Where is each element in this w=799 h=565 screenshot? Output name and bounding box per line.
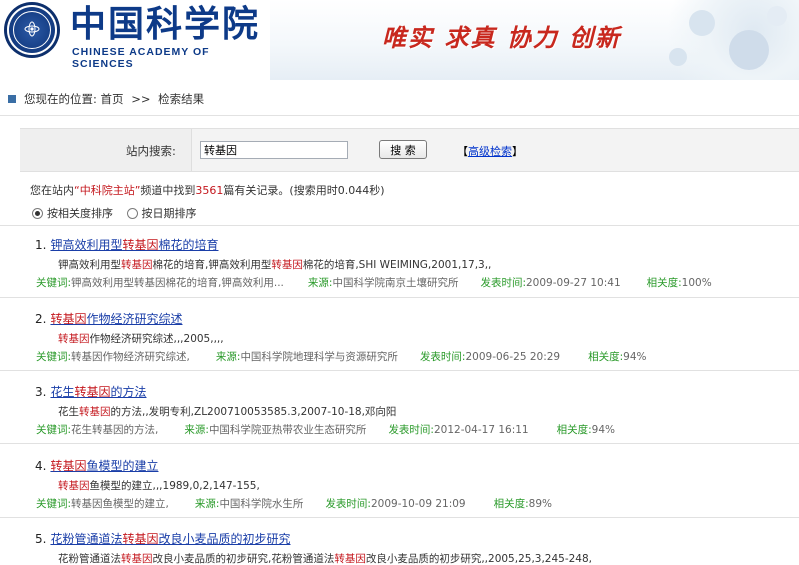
result-description: 花生转基因的方法,,发明专利,ZL200710053585.3,2007-10-… [58, 406, 397, 418]
result-title-link[interactable]: 花粉管通道法转基因改良小麦品质的初步研究 [50, 532, 290, 546]
result-meta: 关键词:花生转基因的方法, 来源:中国科学院亚热带农业生态研究所 发表时间:2012… [36, 424, 615, 436]
result-title: 1. 钾高效利用型转基因棉花的培育 [35, 238, 219, 252]
result-meta: 关键词:钾高效利用型转基因棉花的培育,钾高效利用... 来源:中国科学院南京土壤研… [36, 277, 712, 289]
result-title: 5. 花粉管通道法转基因改良小麦品质的初步研究 [35, 532, 291, 546]
radio-unselected-icon[interactable] [126, 208, 138, 219]
result-description: 转基因鱼模型的建立,,,1989,0,2,147-155, [58, 480, 260, 492]
site-search-box: 站内搜索: 搜 索 【高级检索】 [20, 128, 799, 172]
divider [0, 517, 799, 518]
search-label: 站内搜索: [126, 144, 176, 158]
breadcrumb-square-icon [8, 95, 16, 103]
search-input[interactable] [200, 141, 348, 159]
advanced-search-link[interactable]: 高级检索 [468, 145, 512, 158]
result-keywords: 花生转基因的方法, [71, 424, 159, 436]
result-source: 中国科学院南京土壤研究所 [332, 277, 459, 289]
divider [0, 297, 799, 298]
sort-by-relevance[interactable]: 按相关度排序 [32, 207, 117, 220]
result-title-link[interactable]: 转基因鱼模型的建立 [50, 459, 158, 473]
sort-by-date[interactable]: 按日期排序 [126, 207, 197, 220]
site-banner: 中国科学院 CHINESE ACADEMY OF SCIENCES 唯实 求真 … [0, 0, 799, 80]
result-title: 4. 转基因鱼模型的建立 [35, 459, 159, 473]
atom-icon [24, 21, 40, 37]
result-relevance: 94% [591, 424, 615, 436]
result-title-link[interactable]: 钾高效利用型转基因棉花的培育 [50, 238, 218, 252]
advanced-search: 【高级检索】 [457, 145, 523, 158]
result-date: 2009-09-27 10:41 [526, 277, 621, 289]
breadcrumb-home-link[interactable]: 首页 [101, 92, 124, 106]
result-date: 2009-10-09 21:09 [370, 498, 466, 510]
breadcrumb: 您现在的位置: 首页 >> 检索结果 [0, 86, 799, 112]
result-meta: 关键词:转基因作物经济研究综述, 来源:中国科学院地理科学与资源研究所 发表时间:2… [36, 351, 647, 363]
result-source: 中国科学院地理科学与资源研究所 [240, 351, 398, 363]
result-title-link[interactable]: 转基因作物经济研究综述 [50, 312, 182, 326]
breadcrumb-current: 检索结果 [158, 92, 205, 106]
divider [0, 115, 799, 116]
banner-decoration [649, 0, 799, 80]
sort-options: 按相关度排序 按日期排序 [32, 205, 207, 221]
breadcrumb-separator: >> [131, 92, 151, 106]
divider [0, 225, 799, 226]
result-keywords: 转基因作物经济研究综述, [71, 351, 190, 363]
result-description: 转基因作物经济研究综述,,,2005,,,, [58, 333, 224, 345]
result-title-link[interactable]: 花生转基因的方法 [50, 385, 146, 399]
result-keywords: 钾高效利用型转基因棉花的培育,钾高效利用... [71, 277, 284, 289]
divider [0, 370, 799, 371]
divider [0, 443, 799, 444]
breadcrumb-prefix: 您现在的位置: [24, 92, 97, 106]
logo-english-text: CHINESE ACADEMY OF SCIENCES [72, 46, 210, 70]
result-title: 3. 花生转基因的方法 [35, 385, 147, 399]
logo-chinese-text: 中国科学院 [70, 3, 261, 45]
result-description: 钾高效利用型转基因棉花的培育,钾高效利用型转基因棉花的培育,SHI WEIMIN… [58, 259, 492, 271]
search-results-page: 中国科学院 CHINESE ACADEMY OF SCIENCES 唯实 求真 … [0, 0, 799, 565]
result-meta: 关键词:转基因鱼模型的建立, 来源:中国科学院水生所 发表时间:2009-10-09… [36, 498, 552, 510]
radio-selected-icon[interactable] [32, 208, 43, 219]
search-button[interactable]: 搜 索 [379, 140, 427, 159]
result-description: 花粉管通道法转基因改良小麦品质的初步研究,花粉管通道法转基因改良小麦品质的初步研… [58, 553, 593, 565]
summary-site-name: “中科院主站” [74, 184, 141, 197]
result-source: 中国科学院水生所 [219, 498, 304, 510]
result-date: 2009-06-25 20:29 [465, 351, 561, 363]
result-count: 3561 [195, 184, 224, 197]
result-date: 2012-04-17 16:11 [433, 424, 529, 436]
result-title: 2. 转基因作物经济研究综述 [35, 312, 183, 326]
slogan: 唯实 求真 协力 创新 [382, 23, 622, 52]
result-summary: 您在站内“中科院主站”频道中找到3561篇有关记录。(搜索用时0.044秒) [30, 184, 385, 197]
search-label-cell: 站内搜索: [20, 129, 192, 171]
result-source: 中国科学院亚热带农业生态研究所 [208, 424, 367, 436]
result-relevance: 100% [681, 277, 712, 289]
result-relevance: 89% [528, 498, 552, 510]
cas-seal-icon [7, 5, 57, 55]
result-keywords: 转基因鱼模型的建立, [71, 498, 169, 510]
result-relevance: 94% [623, 351, 647, 363]
logo-area[interactable]: 中国科学院 CHINESE ACADEMY OF SCIENCES [0, 0, 270, 80]
